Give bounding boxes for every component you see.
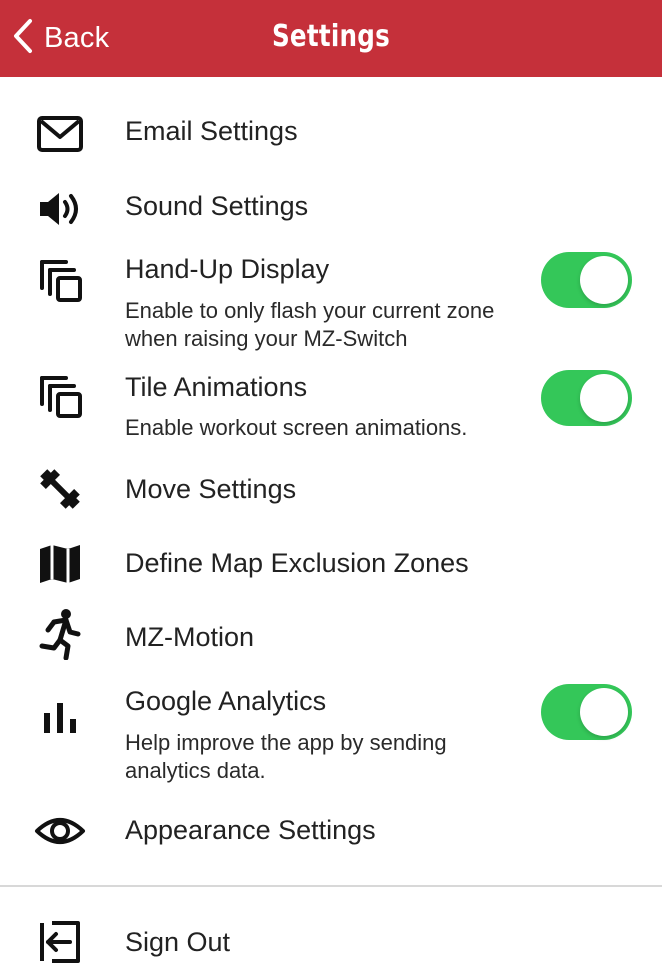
layers-icon <box>34 260 86 304</box>
toggle-knob <box>580 256 628 304</box>
bar-chart-icon <box>34 695 86 739</box>
envelope-icon <box>34 112 86 156</box>
settings-item-label: Sound Settings <box>125 191 309 221</box>
layers-icon <box>34 376 86 420</box>
settings-item-google-analytics[interactable]: Google Analytics Help improve the app by… <box>0 684 662 788</box>
settings-item-move[interactable]: Move Settings <box>0 462 662 520</box>
settings-item-description: Enable to only flash your current zone w… <box>125 298 495 351</box>
map-icon <box>34 542 86 586</box>
sign-out-icon <box>34 920 86 964</box>
settings-item-label: Hand-Up Display <box>125 254 330 284</box>
settings-item-label: Move Settings <box>125 474 297 504</box>
settings-item-label: Appearance Settings <box>125 815 376 845</box>
settings-item-label: Tile Animations <box>125 372 308 402</box>
toggle-knob <box>580 688 628 736</box>
running-person-icon <box>34 609 86 660</box>
settings-item-label: Define Map Exclusion Zones <box>125 548 469 578</box>
nav-bar: Back Settings <box>0 0 662 77</box>
sign-out-label: Sign Out <box>125 927 231 957</box>
chevron-left-icon <box>10 18 36 59</box>
google-analytics-toggle[interactable] <box>541 684 632 740</box>
settings-item-appearance[interactable]: Appearance Settings <box>0 803 662 861</box>
settings-item-label: Email Settings <box>125 116 298 146</box>
settings-item-description: Help improve the app by sending analytic… <box>125 730 447 783</box>
settings-item-label: Google Analytics <box>125 686 327 716</box>
sign-out-button[interactable]: Sign Out <box>0 914 662 972</box>
settings-item-label: MZ-Motion <box>125 622 255 652</box>
settings-item-description: Enable workout screen animations. <box>125 415 468 440</box>
toggle-knob <box>580 374 628 422</box>
tile-animations-toggle[interactable] <box>541 370 632 426</box>
page-title: Settings <box>271 19 391 54</box>
settings-item-hand-up-display[interactable]: Hand-Up Display Enable to only flash you… <box>0 252 662 356</box>
dumbbell-icon <box>34 467 86 511</box>
settings-item-sound[interactable]: Sound Settings <box>0 180 662 238</box>
divider <box>0 885 662 887</box>
eye-icon <box>34 809 86 853</box>
settings-item-map-exclusion-zones[interactable]: Define Map Exclusion Zones <box>0 536 662 594</box>
settings-item-email[interactable]: Email Settings <box>0 105 662 163</box>
settings-item-mz-motion[interactable]: MZ-Motion <box>0 609 662 668</box>
hand-up-display-toggle[interactable] <box>541 252 632 308</box>
speaker-icon <box>34 187 86 231</box>
settings-item-tile-animations[interactable]: Tile Animations Enable workout screen an… <box>0 370 662 446</box>
